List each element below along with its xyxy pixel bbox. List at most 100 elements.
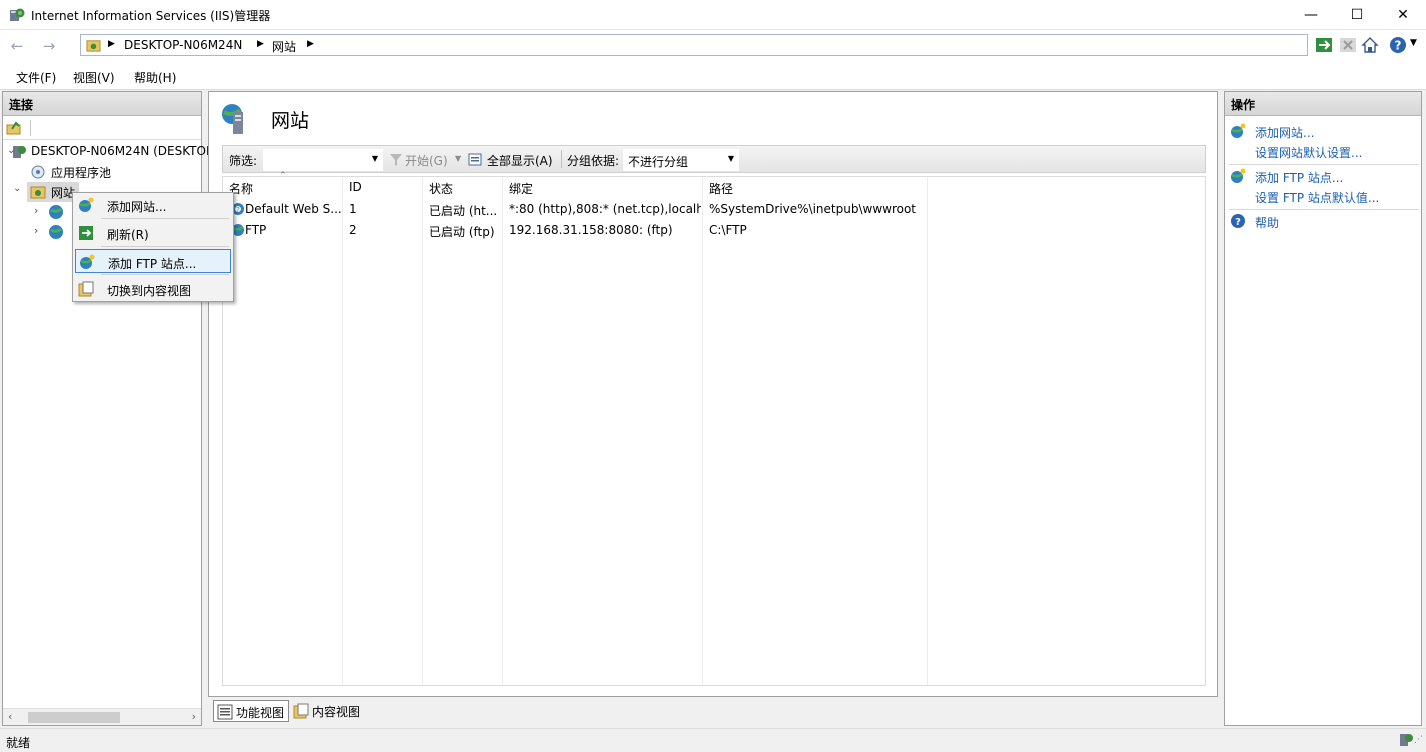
action-ftp-defaults[interactable]: 设置 FTP 站点默认值...	[1225, 187, 1421, 207]
cell-status: 已启动 (ht...	[429, 204, 498, 218]
content-view-icon	[78, 281, 94, 297]
globe-icon	[49, 205, 63, 219]
window-title: Internet Information Services (IIS)管理器	[31, 9, 271, 23]
expand-icon[interactable]: ›	[34, 224, 38, 237]
cell-name: FTP	[245, 223, 267, 237]
collapse-icon[interactable]: ⌄	[13, 183, 21, 194]
breadcrumb-sites[interactable]: 网站	[272, 38, 296, 55]
sites-table: ⌃ 名称 ID 状态 绑定 路径 ? Default Web S... 1 已启…	[222, 171, 1206, 686]
status-text: 就绪	[6, 736, 31, 750]
cell-binding: *:80 (http),808:* (net.tcp),localh...	[509, 202, 701, 216]
show-all-button[interactable]: 全部显示(A)	[487, 152, 553, 169]
column-header-binding[interactable]: 绑定	[509, 180, 533, 197]
ctx-switch-content-view[interactable]: 切换到内容视图	[75, 277, 231, 301]
scroll-left-icon[interactable]: ‹	[8, 710, 12, 723]
server-icon	[13, 146, 26, 158]
action-help[interactable]: ? 帮助	[1225, 212, 1421, 232]
help-dropdown-icon[interactable]: ▼	[1410, 38, 1417, 48]
scrollbar-thumb[interactable]	[28, 712, 120, 723]
cell-path: %SystemDrive%\inetpub\wwwroot	[709, 202, 916, 216]
add-ftp-site-icon	[80, 254, 95, 269]
refresh-icon	[79, 226, 93, 240]
minimize-button[interactable]: —	[1288, 0, 1334, 30]
cell-status: 已启动 (ftp)	[429, 225, 495, 239]
ctx-add-ftp-site[interactable]: 添加 FTP 站点...	[75, 249, 231, 273]
back-button[interactable]: ←	[6, 36, 28, 58]
action-add-site[interactable]: 添加网站...	[1225, 122, 1421, 142]
ctx-label: 切换到内容视图	[107, 284, 192, 298]
svg-text:?: ?	[1395, 39, 1402, 53]
group-by-select[interactable]: 不进行分组 ▼	[623, 149, 739, 171]
add-ftp-site-icon	[1231, 168, 1246, 183]
connect-icon[interactable]	[6, 120, 22, 136]
ctx-divider	[101, 274, 229, 275]
close-button[interactable]: ✕	[1380, 0, 1426, 30]
home-icon[interactable]	[1361, 36, 1379, 54]
forward-button[interactable]: →	[38, 36, 60, 58]
action-label: 帮助	[1255, 216, 1280, 230]
column-divider	[702, 177, 703, 685]
tab-features-view[interactable]: 功能视图	[213, 700, 289, 722]
address-toolbar: ← → ▶ DESKTOP-N06M24N ▶ 网站 ▶ ? ▼	[0, 30, 1426, 62]
column-divider	[502, 177, 503, 685]
start-filter-button[interactable]: 开始(G)	[405, 152, 448, 169]
ctx-refresh[interactable]: 刷新(R)	[75, 221, 231, 245]
column-divider	[422, 177, 423, 685]
action-site-defaults[interactable]: 设置网站默认设置...	[1225, 142, 1421, 162]
connections-header: 连接	[3, 92, 201, 116]
tree-item-server[interactable]: ⌄ DESKTOP-N06M24N (DESKTOP	[3, 142, 213, 162]
content-view-icon	[293, 703, 309, 719]
actions-divider	[1229, 164, 1419, 165]
filter-input[interactable]: ▼	[263, 149, 383, 171]
menu-file[interactable]: 文件(F)	[16, 69, 56, 86]
app-pool-icon	[31, 165, 45, 179]
svg-text:?: ?	[1235, 217, 1241, 228]
refresh-icon[interactable]	[1315, 36, 1333, 54]
action-add-ftp-site[interactable]: 添加 FTP 站点...	[1225, 167, 1421, 187]
expand-icon[interactable]: ›	[34, 204, 38, 217]
column-header-status[interactable]: 状态	[429, 180, 453, 197]
breadcrumb-arrow-icon: ▶	[257, 39, 264, 49]
table-row[interactable]: FTP 2 已启动 (ftp) 192.168.31.158:8080: (ft…	[223, 220, 1205, 241]
actions-divider	[1229, 209, 1419, 210]
dropdown-arrow-icon: ▼	[727, 154, 734, 163]
address-bar[interactable]: ▶ DESKTOP-N06M24N ▶ 网站 ▶	[80, 34, 1308, 56]
sites-folder-icon	[30, 186, 46, 199]
toolbar-divider	[30, 120, 31, 136]
help-icon: ?	[1231, 214, 1245, 228]
table-row[interactable]: ? Default Web S... 1 已启动 (ht... *:80 (ht…	[223, 199, 1205, 220]
features-view-icon	[217, 704, 233, 720]
ctx-label: 刷新(R)	[107, 228, 149, 242]
tree-item-app-pools[interactable]: 应用程序池	[3, 162, 201, 182]
column-divider	[927, 177, 928, 685]
server-status-icon	[1400, 734, 1413, 746]
tree-item-label: 应用程序池	[51, 166, 112, 180]
filter-funnel-icon	[390, 154, 402, 166]
tab-content-view[interactable]: 内容视图	[290, 700, 370, 722]
start-dropdown-icon[interactable]: ▼	[455, 154, 461, 163]
stop-icon[interactable]	[1339, 36, 1357, 54]
column-divider	[342, 177, 343, 685]
tab-label: 功能视图	[236, 706, 285, 720]
breadcrumb-arrow-icon: ▶	[108, 39, 115, 49]
scroll-right-icon[interactable]: ›	[192, 710, 196, 723]
status-bar: 就绪 ⋰	[0, 728, 1426, 752]
globe-icon	[49, 225, 63, 239]
ctx-add-site[interactable]: 添加网站...	[75, 193, 231, 217]
menu-view[interactable]: 视图(V)	[73, 69, 115, 86]
svg-text:?: ?	[236, 206, 240, 214]
resize-grip-icon[interactable]: ⋰	[1414, 735, 1423, 745]
breadcrumb-server[interactable]: DESKTOP-N06M24N	[124, 38, 242, 52]
ctx-divider	[101, 218, 229, 219]
add-site-icon	[1231, 123, 1246, 138]
cell-id: 1	[349, 202, 357, 216]
group-by-label: 分组依据:	[567, 154, 620, 168]
column-header-id[interactable]: ID	[349, 180, 362, 194]
horizontal-scrollbar[interactable]: ‹ ›	[3, 708, 201, 725]
column-header-path[interactable]: 路径	[709, 180, 733, 197]
page-title: 网站	[271, 110, 310, 132]
maximize-button[interactable]: ☐	[1334, 0, 1380, 30]
sites-folder-icon	[86, 40, 101, 52]
menu-help[interactable]: 帮助(H)	[134, 69, 176, 86]
help-icon[interactable]: ?	[1389, 36, 1407, 54]
